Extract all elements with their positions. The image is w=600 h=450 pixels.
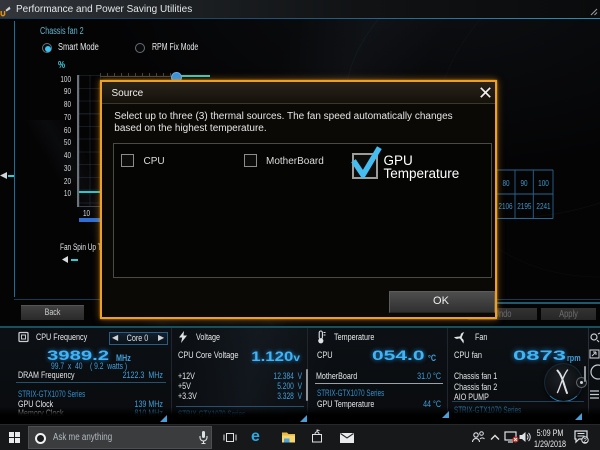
svg-text:2: 2	[583, 437, 587, 444]
